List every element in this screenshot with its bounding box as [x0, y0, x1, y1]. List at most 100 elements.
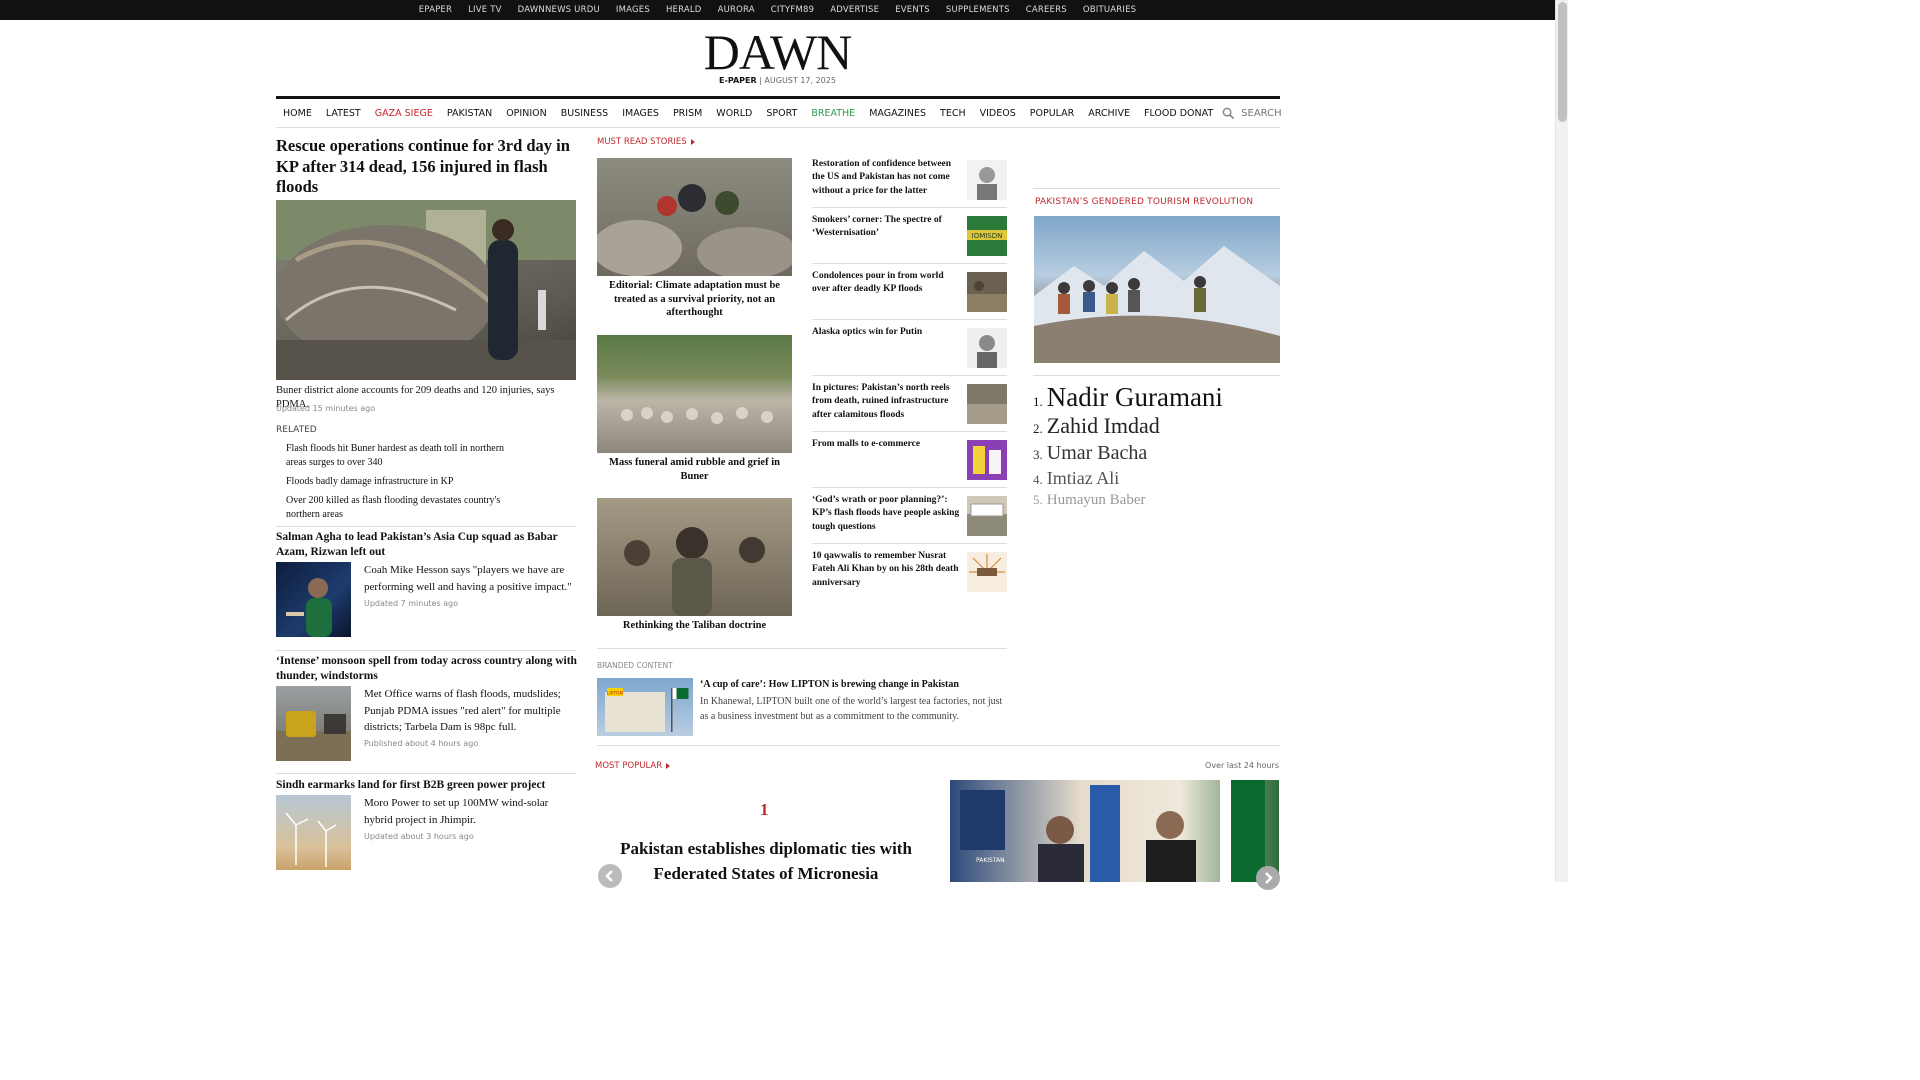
nav-gaza-siege[interactable]: GAZA SIEGE	[368, 108, 440, 119]
must-read-caption[interactable]: Editorial: Climate adaptation must be tr…	[597, 279, 792, 320]
qawwali-thumb[interactable]	[967, 552, 1007, 592]
story-title[interactable]: Sindh earmarks land for first B2B green …	[276, 778, 578, 793]
nav-images[interactable]: IMAGES	[615, 108, 666, 119]
dawn-logo[interactable]: DAWN	[0, 27, 1555, 77]
most-popular-label: MOST POPULAR	[595, 761, 663, 771]
nav-videos[interactable]: VIDEOS	[973, 108, 1023, 119]
side-story-title[interactable]: Condolences pour in from world over afte…	[812, 270, 960, 297]
scrollbar-thumb[interactable]	[1558, 2, 1567, 122]
branded-image[interactable]: LIPTON	[597, 678, 693, 736]
story-excerpt: Moro Power to set up 100MW wind-solar hy…	[364, 797, 549, 826]
story-thumbnail[interactable]	[276, 795, 351, 870]
side-story-title[interactable]: ‘God’s wrath or poor planning?’: KP’s fl…	[812, 494, 960, 534]
top-link-herald[interactable]: HERALD	[658, 5, 710, 15]
top-link-cityfm89[interactable]: CITYFM89	[763, 5, 822, 15]
ranked-item[interactable]: 2. Zahid Imdad	[1033, 412, 1160, 443]
cricketer-photo	[286, 578, 332, 637]
top-link-advertise[interactable]: ADVERTISE	[822, 5, 887, 15]
flood-debris-photo	[276, 200, 576, 380]
search-input[interactable]	[1241, 107, 1332, 119]
side-story-title[interactable]: Alaska optics win for Putin	[812, 326, 960, 339]
side-story-title[interactable]: Restoration of confidence between the US…	[812, 158, 960, 198]
nav-prism[interactable]: PRISM	[666, 108, 709, 119]
nav-tech[interactable]: TECH	[933, 108, 973, 119]
columnist-portrait[interactable]	[967, 160, 1007, 200]
columnist-portrait[interactable]	[967, 328, 1007, 368]
svg-text:PAKISTAN: PAKISTAN	[976, 857, 1005, 864]
related-link[interactable]: Floods badly damage infrastructure in KP	[286, 475, 526, 489]
lipton-factory-photo: LIPTON	[605, 688, 689, 732]
story-timestamp: Updated 7 minutes ago	[364, 599, 459, 608]
nav-business[interactable]: BUSINESS	[554, 108, 615, 119]
ecommerce-thumb[interactable]	[967, 440, 1007, 480]
main-nav: HOME LATEST GAZA SIEGE PAKISTAN OPINION …	[276, 96, 1332, 128]
ranked-item[interactable]: 4. Imtiaz Ali	[1033, 467, 1119, 491]
nav-world[interactable]: WORLD	[709, 108, 759, 119]
story-excerpt: Coah Mike Hesson says "players we have a…	[364, 564, 572, 593]
nav-archive[interactable]: ARCHIVE	[1081, 108, 1137, 119]
story-thumbnail[interactable]	[276, 562, 351, 637]
story-title[interactable]: ‘Intense’ monsoon spell from today acros…	[276, 654, 578, 683]
ranked-item[interactable]: 3. Umar Bacha	[1033, 441, 1147, 467]
nav-magazines[interactable]: MAGAZINES	[862, 108, 933, 119]
must-read-heading[interactable]: MUST READ STORIES	[597, 137, 695, 147]
flood-damage-thumb[interactable]	[967, 272, 1007, 312]
most-popular-timeframe: Over last 24 hours	[1205, 761, 1279, 770]
side-story-title[interactable]: In pictures: Pakistan’s north reels from…	[812, 382, 960, 422]
tourism-image[interactable]	[1034, 216, 1280, 363]
side-story-title[interactable]: Smokers’ corner: The spectre of ‘Western…	[812, 214, 960, 241]
smokers-corner-thumb[interactable]: IOMISDN	[967, 216, 1007, 256]
carousel-prev-button[interactable]	[598, 864, 622, 888]
search-icon[interactable]	[1222, 107, 1235, 120]
lead-story-image[interactable]	[276, 200, 576, 380]
lead-story-title[interactable]: Rescue operations continue for 3rd day i…	[276, 136, 576, 198]
top-link-supplements[interactable]: SUPPLEMENTS	[938, 5, 1018, 15]
nav-sport[interactable]: SPORT	[759, 108, 804, 119]
branded-excerpt: In Khanewal, LIPTON built one of the wor…	[700, 696, 1003, 722]
top-link-events[interactable]: EVENTS	[887, 5, 938, 15]
flood-field-thumb[interactable]	[967, 496, 1007, 536]
rank-name: Nadir Guramani	[1046, 382, 1223, 412]
must-read-image[interactable]	[597, 335, 792, 453]
most-popular-title[interactable]: Pakistan establishes diplomatic ties wit…	[611, 836, 921, 886]
top-link-dawnnews-urdu[interactable]: DAWNNEWS URDU	[510, 5, 608, 15]
page-scrollbar[interactable]	[1555, 0, 1568, 882]
related-link[interactable]: Flash floods hit Buner hardest as death …	[286, 442, 526, 469]
nav-latest[interactable]: LATEST	[319, 108, 368, 119]
top-links-list: EPAPER LIVE TV DAWNNEWS URDU IMAGES HERA…	[0, 0, 1555, 20]
must-read-image[interactable]	[597, 498, 792, 616]
must-read-caption[interactable]: Mass funeral amid rubble and grief in Bu…	[597, 456, 792, 483]
must-read-caption[interactable]: Rethinking the Taliban doctrine	[597, 619, 792, 633]
top-link-aurora[interactable]: AURORA	[710, 5, 763, 15]
ruined-infrastructure-thumb[interactable]	[967, 384, 1007, 424]
top-link-epaper[interactable]: EPAPER	[411, 5, 460, 15]
nav-breathe[interactable]: BREATHE	[804, 108, 862, 119]
must-read-image[interactable]	[597, 158, 792, 276]
story-title[interactable]: Salman Agha to lead Pakistan’s Asia Cup …	[276, 530, 578, 559]
side-story: Condolences pour in from world over afte…	[812, 270, 1007, 320]
most-popular-rank: 1	[760, 800, 769, 819]
top-link-obituaries[interactable]: OBITUARIES	[1075, 5, 1144, 15]
top-link-images[interactable]: IMAGES	[608, 5, 658, 15]
story-excerpt: Met Office warns of flash floods, mudsli…	[364, 688, 561, 733]
nav-opinion[interactable]: OPINION	[499, 108, 554, 119]
top-link-live-tv[interactable]: LIVE TV	[460, 5, 510, 15]
story-thumbnail[interactable]	[276, 686, 351, 761]
nav-pakistan[interactable]: PAKISTAN	[440, 108, 499, 119]
divider	[597, 648, 1007, 649]
side-story-title[interactable]: 10 qawwalis to remember Nusrat Fateh Ali…	[812, 550, 960, 590]
epaper-link[interactable]: E-PAPER	[719, 76, 757, 85]
branded-title[interactable]: ‘A cup of care’: How LIPTON is brewing c…	[700, 678, 1005, 691]
carousel-next-button[interactable]	[1256, 866, 1280, 890]
nav-popular[interactable]: POPULAR	[1023, 108, 1082, 119]
top-link-careers[interactable]: CAREERS	[1018, 5, 1075, 15]
side-story-title[interactable]: From malls to e-commerce	[812, 438, 960, 451]
related-link[interactable]: Over 200 killed as flash flooding devast…	[286, 494, 526, 521]
right-section-heading[interactable]: PAKISTAN’S GENDERED TOURISM REVOLUTION	[1035, 197, 1253, 207]
nav-home[interactable]: HOME	[276, 108, 319, 119]
rank-number: 1.	[1033, 394, 1043, 409]
most-popular-image[interactable]: PAKISTAN	[950, 780, 1279, 882]
nav-flood-donations[interactable]: FLOOD DONAT	[1137, 108, 1220, 119]
ranked-item[interactable]: 5. Humayun Baber	[1033, 490, 1145, 510]
most-popular-heading[interactable]: MOST POPULAR	[595, 761, 671, 771]
